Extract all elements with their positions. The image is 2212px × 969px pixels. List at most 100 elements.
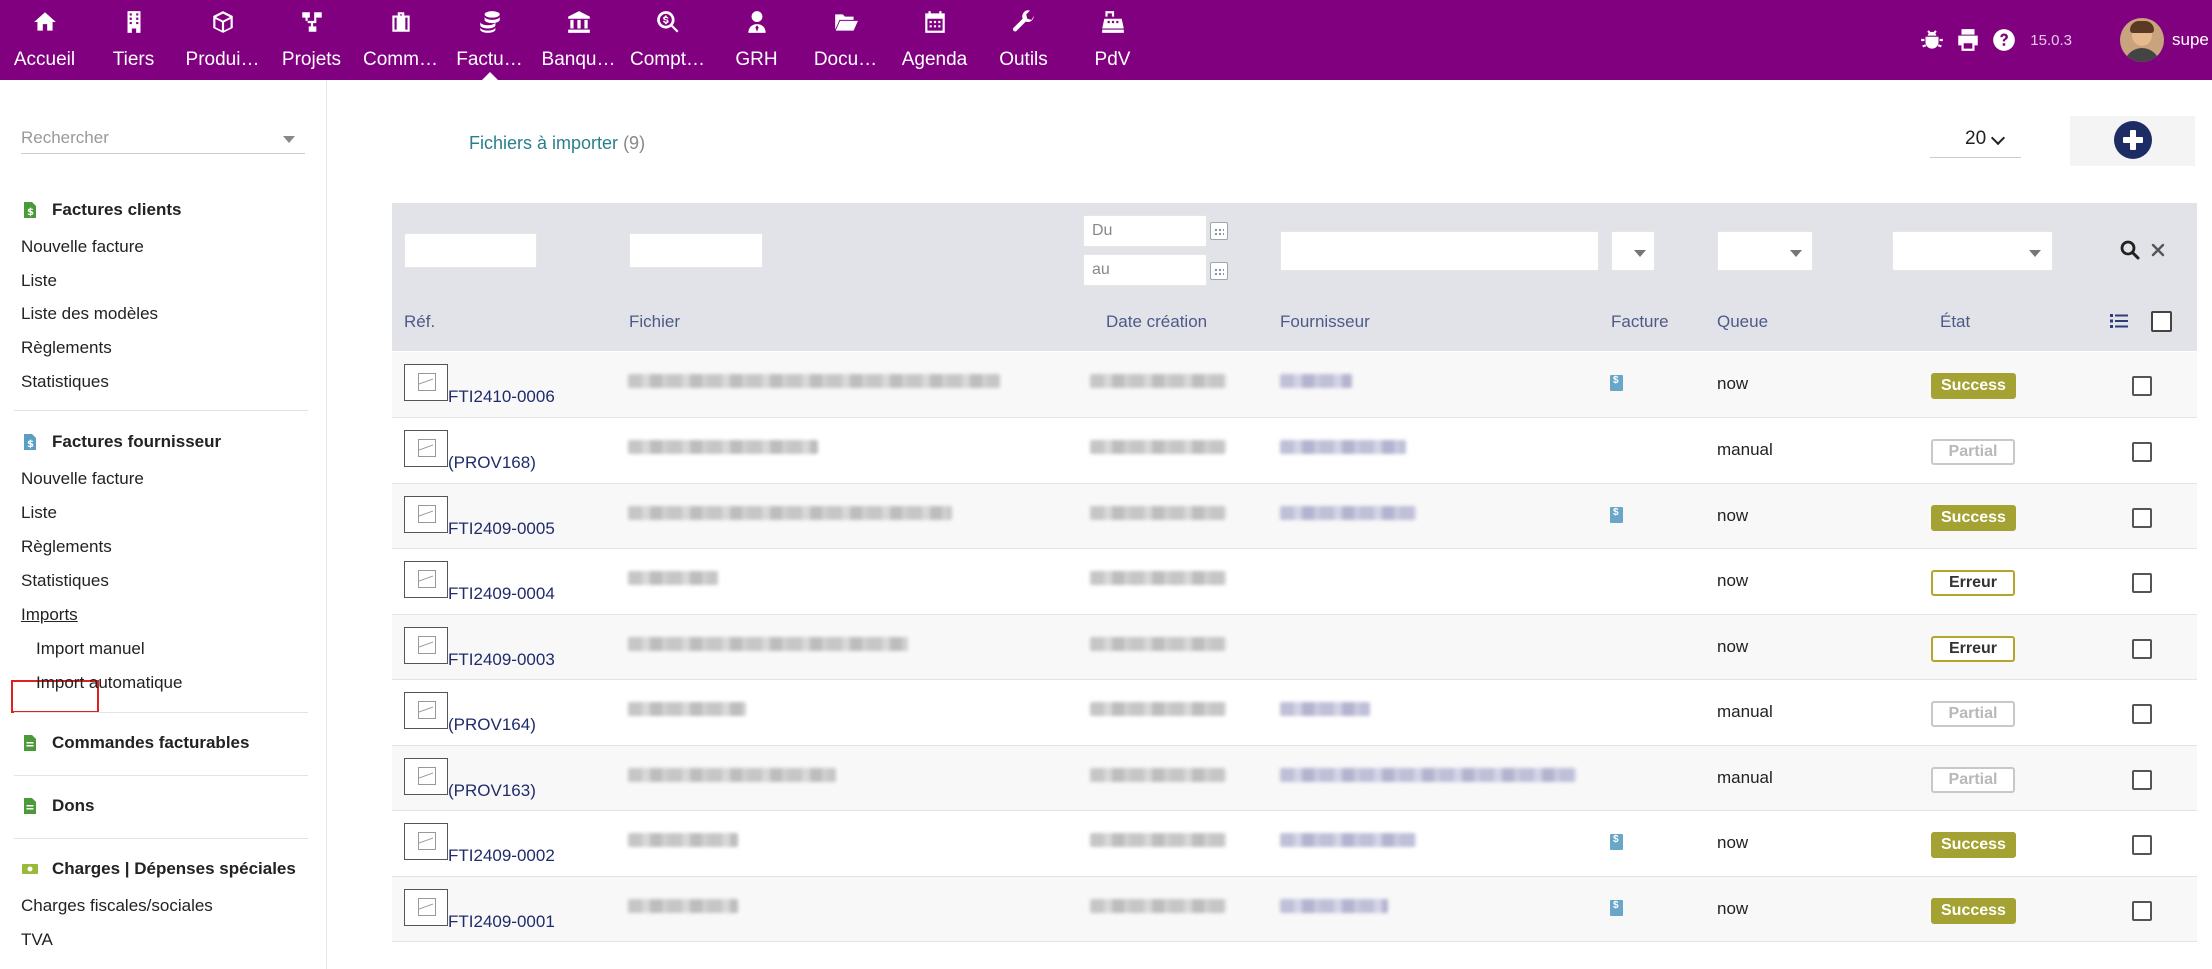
search-icon[interactable] bbox=[2120, 240, 2140, 260]
column-header-queue[interactable]: Queue bbox=[1717, 312, 1768, 332]
filter-fichier-input[interactable] bbox=[629, 233, 763, 268]
file-thumbnail-icon[interactable] bbox=[404, 430, 448, 467]
column-header-date[interactable]: Date création bbox=[1106, 312, 1207, 332]
column-header-ref[interactable]: Réf. bbox=[404, 312, 435, 332]
sidebar-link-charges-fiscales[interactable]: Charges fiscales/sociales bbox=[21, 896, 213, 916]
avatar[interactable] bbox=[2120, 18, 2164, 62]
table-row[interactable]: (PROV164) manual Partial bbox=[392, 680, 2197, 746]
sidebar-link-reglements-fournisseur[interactable]: Règlements bbox=[21, 537, 112, 557]
invoice-link-icon[interactable] bbox=[1610, 375, 1623, 391]
nav-item-pdv[interactable]: PdV bbox=[1068, 0, 1157, 80]
column-header-facture[interactable]: Facture bbox=[1611, 312, 1669, 332]
section-title-commandes-facturables[interactable]: Commandes facturables bbox=[21, 733, 249, 753]
filter-etat-select[interactable] bbox=[1892, 231, 2053, 271]
file-thumbnail-icon[interactable] bbox=[404, 626, 448, 664]
filter-facture-select[interactable] bbox=[1611, 231, 1655, 271]
filter-fournisseur-input[interactable] bbox=[1280, 231, 1599, 271]
table-row[interactable]: FTI2409-0005 now Success bbox=[392, 483, 2197, 549]
filter-queue-select[interactable] bbox=[1717, 231, 1813, 271]
sidebar-link-liste-client[interactable]: Liste bbox=[21, 271, 57, 291]
ref-link[interactable]: FTI2409-0002 bbox=[448, 846, 555, 866]
invoice-link-icon[interactable] bbox=[1610, 834, 1623, 850]
sidebar-link-import-automatique[interactable]: Import automatique bbox=[36, 673, 182, 693]
table-row[interactable]: FTI2409-0001 now Success bbox=[392, 876, 2197, 942]
ref-link[interactable]: FTI2409-0004 bbox=[448, 584, 555, 604]
nav-item-documents[interactable]: Docu… bbox=[801, 0, 890, 80]
sidebar-link-reglements-client[interactable]: Règlements bbox=[21, 338, 112, 358]
row-checkbox[interactable] bbox=[2132, 638, 2152, 659]
nav-item-comptabilite[interactable]: Compt… bbox=[623, 0, 712, 80]
ref-link[interactable]: FTI2409-0005 bbox=[448, 519, 555, 539]
file-thumbnail-icon[interactable] bbox=[404, 561, 448, 598]
invoice-link-icon[interactable] bbox=[1610, 506, 1623, 523]
sidebar-link-statistiques-fournisseur[interactable]: Statistiques bbox=[21, 571, 109, 591]
table-row[interactable]: FTI2409-0004 now Erreur bbox=[392, 549, 2197, 615]
section-title-dons[interactable]: Dons bbox=[21, 796, 95, 816]
row-checkbox[interactable] bbox=[2132, 507, 2152, 528]
filter-date-from-input[interactable]: Du bbox=[1083, 215, 1207, 247]
nav-item-accueil[interactable]: Accueil bbox=[0, 0, 89, 80]
sidebar-link-imports[interactable]: Imports bbox=[21, 605, 78, 625]
calendar-icon[interactable] bbox=[1210, 262, 1228, 280]
nav-item-banque[interactable]: Banqu… bbox=[534, 0, 623, 80]
ref-link[interactable]: (PROV168) bbox=[448, 453, 536, 473]
row-checkbox[interactable] bbox=[2132, 769, 2152, 790]
sidebar-link-liste-fournisseur[interactable]: Liste bbox=[21, 503, 57, 523]
section-title-factures-clients[interactable]: $ Factures clients bbox=[21, 200, 181, 220]
bug-icon[interactable] bbox=[1914, 22, 1950, 58]
section-title-factures-fournisseur[interactable]: $ Factures fournisseur bbox=[21, 432, 221, 452]
invoice-link-icon[interactable] bbox=[1610, 899, 1623, 916]
file-thumbnail-icon[interactable] bbox=[404, 888, 448, 926]
nav-item-grh[interactable]: GRH bbox=[712, 0, 801, 80]
table-row[interactable]: (PROV163) manual Partial bbox=[392, 745, 2197, 811]
ref-link[interactable]: FTI2410-0006 bbox=[448, 387, 555, 407]
ref-link[interactable]: FTI2409-0003 bbox=[448, 650, 555, 670]
nav-item-commercial[interactable]: Comm… bbox=[356, 0, 445, 80]
column-header-etat[interactable]: État bbox=[1940, 312, 1970, 332]
search-select[interactable]: Rechercher bbox=[21, 122, 305, 154]
calendar-icon[interactable] bbox=[1210, 222, 1228, 240]
sidebar-link-statistiques-client[interactable]: Statistiques bbox=[21, 372, 109, 392]
page-size-select[interactable]: 20 bbox=[1930, 124, 2021, 158]
file-thumbnail-icon[interactable] bbox=[404, 692, 448, 729]
file-thumbnail-icon[interactable] bbox=[404, 495, 448, 533]
file-thumbnail-icon[interactable] bbox=[404, 757, 448, 795]
sidebar-link-nouvelle-facture-client[interactable]: Nouvelle facture bbox=[21, 237, 144, 257]
nav-item-projets[interactable]: Projets bbox=[267, 0, 356, 80]
sidebar-link-liste-modeles[interactable]: Liste des modèles bbox=[21, 304, 158, 324]
help-icon[interactable] bbox=[1986, 22, 2022, 58]
nav-item-agenda[interactable]: Agenda bbox=[890, 0, 979, 80]
nav-item-facturation[interactable]: Factu… bbox=[445, 0, 534, 80]
username-label[interactable]: supe bbox=[2172, 30, 2212, 50]
ref-link[interactable]: (PROV163) bbox=[448, 781, 536, 801]
row-checkbox[interactable] bbox=[2132, 376, 2152, 396]
sidebar-link-import-manuel[interactable]: Import manuel bbox=[36, 639, 145, 659]
sidebar-link-tva[interactable]: TVA bbox=[21, 930, 53, 950]
ref-link[interactable]: FTI2409-0001 bbox=[448, 912, 555, 932]
filter-ref-input[interactable] bbox=[404, 233, 537, 268]
list-icon[interactable] bbox=[2110, 313, 2128, 329]
table-row[interactable]: FTI2409-0003 now Erreur bbox=[392, 614, 2197, 680]
row-checkbox[interactable] bbox=[2132, 835, 2152, 855]
nav-item-tiers[interactable]: Tiers bbox=[89, 0, 178, 80]
table-row[interactable]: (PROV168) manual Partial bbox=[392, 418, 2197, 484]
ref-link[interactable]: (PROV164) bbox=[448, 715, 536, 735]
column-header-fichier[interactable]: Fichier bbox=[629, 312, 680, 332]
select-all-checkbox[interactable] bbox=[2151, 311, 2172, 332]
nav-item-produits[interactable]: Produi… bbox=[178, 0, 267, 80]
row-checkbox[interactable] bbox=[2132, 442, 2152, 462]
nav-item-outils[interactable]: Outils bbox=[979, 0, 1068, 80]
add-circle-icon[interactable] bbox=[2114, 121, 2152, 159]
table-row[interactable]: FTI2410-0006 now Success bbox=[392, 352, 2197, 418]
row-checkbox[interactable] bbox=[2132, 900, 2152, 921]
table-row[interactable]: FTI2409-0002 now Success bbox=[392, 811, 2197, 877]
close-icon[interactable] bbox=[2150, 242, 2166, 258]
row-checkbox[interactable] bbox=[2132, 704, 2152, 724]
file-thumbnail-icon[interactable] bbox=[404, 364, 448, 401]
column-header-fournisseur[interactable]: Fournisseur bbox=[1280, 312, 1370, 332]
print-icon[interactable] bbox=[1950, 22, 1986, 58]
section-title-charges[interactable]: Charges | Dépenses spéciales bbox=[21, 859, 296, 879]
filter-date-to-input[interactable]: au bbox=[1083, 254, 1207, 286]
sidebar-link-nouvelle-facture-fournisseur[interactable]: Nouvelle facture bbox=[21, 469, 144, 489]
row-checkbox[interactable] bbox=[2132, 573, 2152, 593]
